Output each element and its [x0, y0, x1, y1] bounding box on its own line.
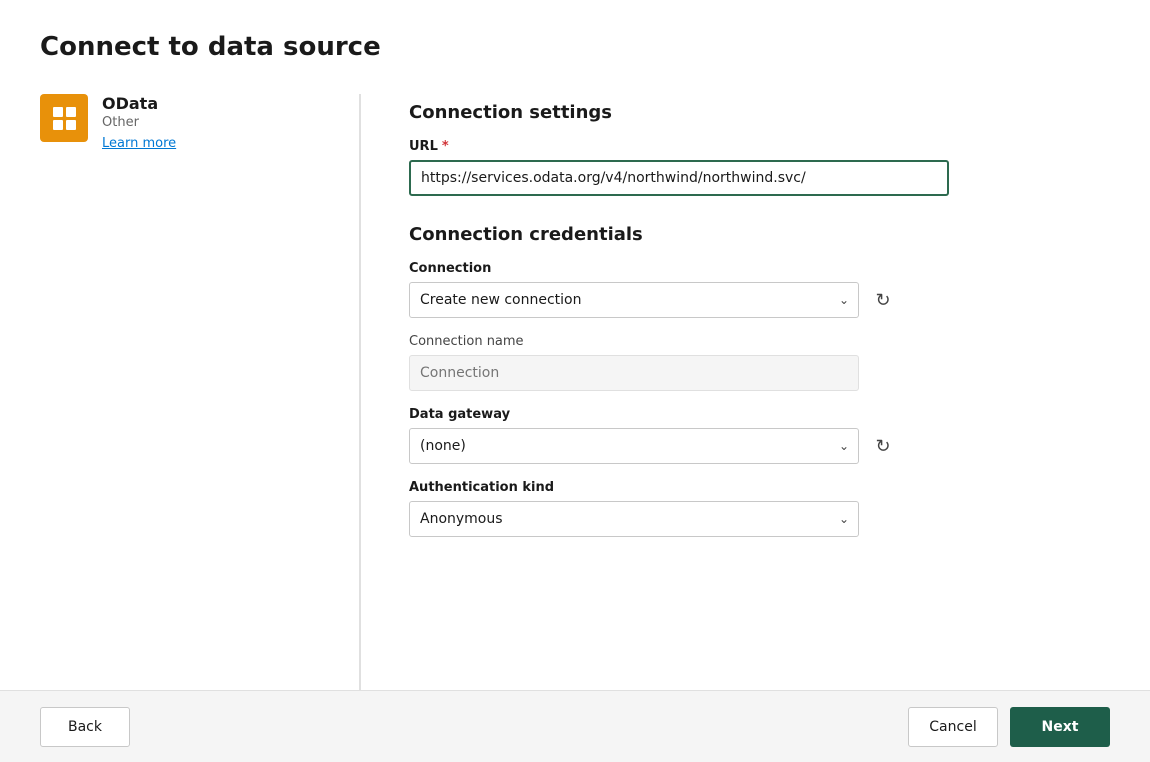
- back-button[interactable]: Back: [40, 707, 130, 747]
- datasource-category: Other: [102, 115, 176, 130]
- cancel-button[interactable]: Cancel: [908, 707, 998, 747]
- data-gateway-refresh-button[interactable]: ↻: [867, 430, 899, 462]
- next-button[interactable]: Next: [1010, 707, 1110, 747]
- auth-kind-label: Authentication kind: [409, 480, 1110, 495]
- connection-refresh-button[interactable]: ↻: [867, 284, 899, 316]
- auth-kind-dropdown-wrapper: Anonymous ⌄: [409, 501, 859, 537]
- connection-dropdown-wrapper: Create new connection ⌄: [409, 282, 859, 318]
- odata-icon: [40, 94, 88, 142]
- connection-dropdown[interactable]: Create new connection: [409, 282, 859, 318]
- url-input[interactable]: [409, 160, 949, 196]
- learn-more-link[interactable]: Learn more: [102, 136, 176, 151]
- url-required-asterisk: *: [442, 139, 449, 154]
- connection-label: Connection: [409, 261, 1110, 276]
- data-gateway-dropdown[interactable]: (none): [409, 428, 859, 464]
- datasource-name: OData: [102, 94, 176, 113]
- connection-name-input[interactable]: [409, 355, 859, 391]
- connection-settings-title: Connection settings: [409, 102, 1110, 123]
- data-gateway-label: Data gateway: [409, 407, 1110, 422]
- data-gateway-dropdown-wrapper: (none) ⌄: [409, 428, 859, 464]
- connection-name-label: Connection name: [409, 334, 1110, 349]
- auth-kind-dropdown[interactable]: Anonymous: [409, 501, 859, 537]
- url-label: URL: [409, 139, 438, 154]
- connection-credentials-title: Connection credentials: [409, 224, 1110, 245]
- page-title: Connect to data source: [40, 32, 1110, 62]
- footer: Back Cancel Next: [0, 690, 1150, 762]
